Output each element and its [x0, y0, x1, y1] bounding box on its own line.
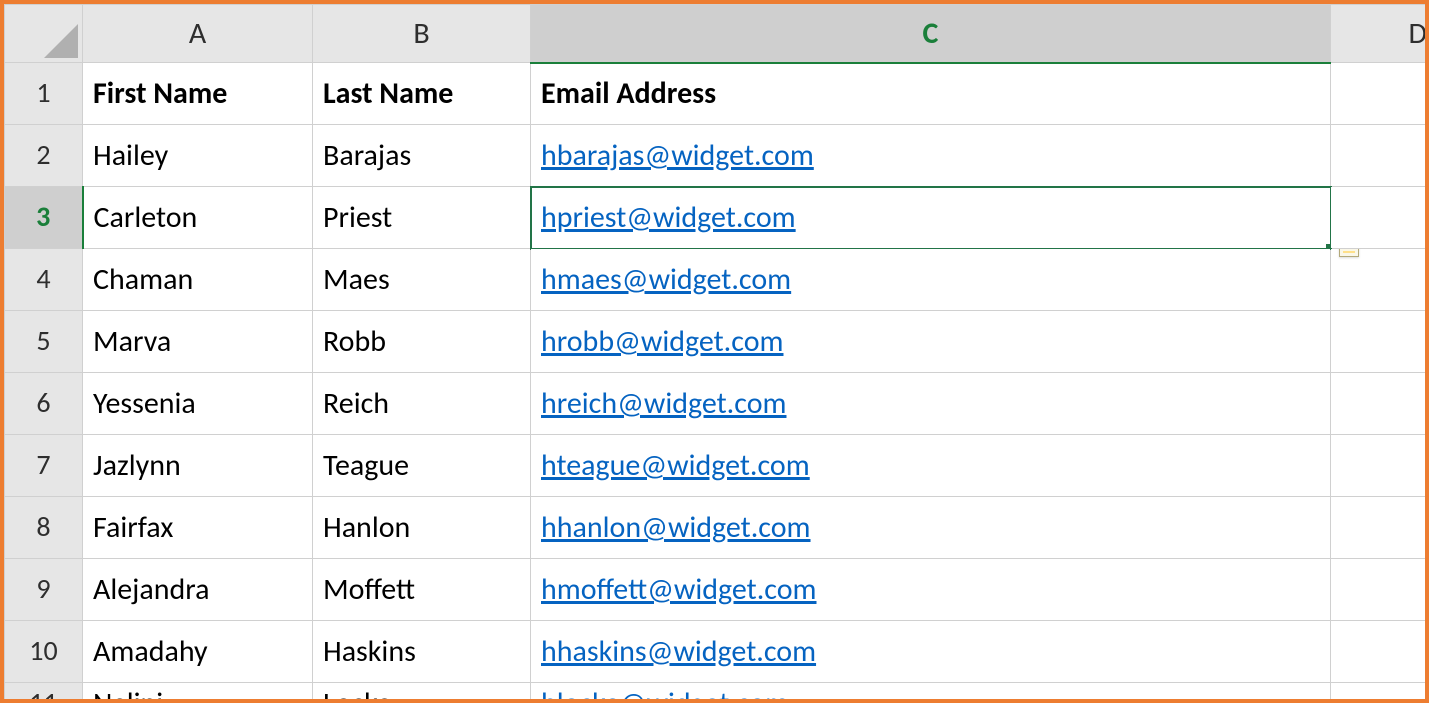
cell-D3[interactable]	[1331, 187, 1429, 249]
table-row: 7 Jazlynn Teague hteague@widget.com	[5, 435, 1429, 497]
cell-C7[interactable]: hteague@widget.com	[531, 435, 1331, 497]
cell-B3[interactable]: Priest	[313, 187, 531, 249]
cell-B7[interactable]: Teague	[313, 435, 531, 497]
select-all-triangle-icon	[44, 24, 78, 58]
cell-A8[interactable]: Fairfax	[83, 497, 313, 559]
cell-C3-value: hpriest@widget.com	[541, 199, 796, 236]
cell-A6[interactable]: Yessenia	[83, 373, 313, 435]
cell-C5[interactable]: hrobb@widget.com	[531, 311, 1331, 373]
table-row: 11 Nalini Locke hlocke@widget.com	[5, 683, 1429, 703]
cell-B5[interactable]: Robb	[313, 311, 531, 373]
cell-C9[interactable]: hmoffett@widget.com	[531, 559, 1331, 621]
cell-C4[interactable]: hmaes@widget.com	[531, 249, 1331, 311]
row-header-7[interactable]: 7	[5, 435, 83, 497]
cell-D2[interactable]	[1331, 125, 1429, 187]
cell-A9[interactable]: Alejandra	[83, 559, 313, 621]
cell-B11[interactable]: Locke	[313, 683, 531, 703]
table-row: 9 Alejandra Moffett hmoffett@widget.com	[5, 559, 1429, 621]
table-row: 3 Carleton Priest hpriest@widget.com	[5, 187, 1429, 249]
cell-D9[interactable]	[1331, 559, 1429, 621]
spreadsheet-grid[interactable]: A B C D 1 First Name Last Name Email Add…	[4, 4, 1429, 703]
table-row: 4 Chaman Maes hmaes@widget.com	[5, 249, 1429, 311]
table-row: 2 Hailey Barajas hbarajas@widget.com	[5, 125, 1429, 187]
cell-B2[interactable]: Barajas	[313, 125, 531, 187]
cell-A4[interactable]: Chaman	[83, 249, 313, 311]
cell-D8[interactable]	[1331, 497, 1429, 559]
cell-A5[interactable]: Marva	[83, 311, 313, 373]
cell-A1[interactable]: First Name	[83, 63, 313, 125]
cell-C2[interactable]: hbarajas@widget.com	[531, 125, 1331, 187]
cell-B10[interactable]: Haskins	[313, 621, 531, 683]
column-header-B[interactable]: B	[313, 5, 531, 63]
row-header-3[interactable]: 3	[5, 187, 83, 249]
table-row: 6 Yessenia Reich hreich@widget.com	[5, 373, 1429, 435]
row-header-4[interactable]: 4	[5, 249, 83, 311]
column-header-row: A B C D	[5, 5, 1429, 63]
table-row: 5 Marva Robb hrobb@widget.com	[5, 311, 1429, 373]
row-header-5[interactable]: 5	[5, 311, 83, 373]
column-header-A[interactable]: A	[83, 5, 313, 63]
column-header-D[interactable]: D	[1331, 5, 1429, 63]
cell-A2[interactable]: Hailey	[83, 125, 313, 187]
row-header-11[interactable]: 11	[5, 683, 83, 703]
row-header-9[interactable]: 9	[5, 559, 83, 621]
cell-C10[interactable]: hhaskins@widget.com	[531, 621, 1331, 683]
cell-A3[interactable]: Carleton	[83, 187, 313, 249]
cell-D5[interactable]	[1331, 311, 1429, 373]
column-header-C[interactable]: C	[531, 5, 1331, 63]
cell-A7[interactable]: Jazlynn	[83, 435, 313, 497]
cell-D1[interactable]	[1331, 63, 1429, 125]
table-row: 1 First Name Last Name Email Address	[5, 63, 1429, 125]
cell-B1[interactable]: Last Name	[313, 63, 531, 125]
row-header-8[interactable]: 8	[5, 497, 83, 559]
cell-D10[interactable]	[1331, 621, 1429, 683]
cell-B6[interactable]: Reich	[313, 373, 531, 435]
cell-C8[interactable]: hhanlon@widget.com	[531, 497, 1331, 559]
row-header-6[interactable]: 6	[5, 373, 83, 435]
row-header-1[interactable]: 1	[5, 63, 83, 125]
cell-D7[interactable]	[1331, 435, 1429, 497]
spreadsheet-view: A B C D 1 First Name Last Name Email Add…	[0, 0, 1429, 703]
cell-B9[interactable]: Moffett	[313, 559, 531, 621]
cell-D4[interactable]	[1331, 249, 1429, 311]
table-row: 10 Amadahy Haskins hhaskins@widget.com	[5, 621, 1429, 683]
fill-handle[interactable]	[1326, 244, 1331, 249]
row-header-2[interactable]: 2	[5, 125, 83, 187]
row-header-10[interactable]: 10	[5, 621, 83, 683]
table-row: 8 Fairfax Hanlon hhanlon@widget.com	[5, 497, 1429, 559]
cell-C11[interactable]: hlocke@widget.com	[531, 683, 1331, 703]
cell-C6[interactable]: hreich@widget.com	[531, 373, 1331, 435]
cell-B4[interactable]: Maes	[313, 249, 531, 311]
flash-fill-smart-tag-icon[interactable]	[1339, 249, 1359, 258]
cell-A10[interactable]: Amadahy	[83, 621, 313, 683]
select-all-corner[interactable]	[5, 5, 83, 63]
cell-D11[interactable]	[1331, 683, 1429, 703]
cell-C3[interactable]: hpriest@widget.com	[531, 187, 1331, 249]
cell-C1[interactable]: Email Address	[531, 63, 1331, 125]
cell-A11[interactable]: Nalini	[83, 683, 313, 703]
cell-B8[interactable]: Hanlon	[313, 497, 531, 559]
cell-D6[interactable]	[1331, 373, 1429, 435]
